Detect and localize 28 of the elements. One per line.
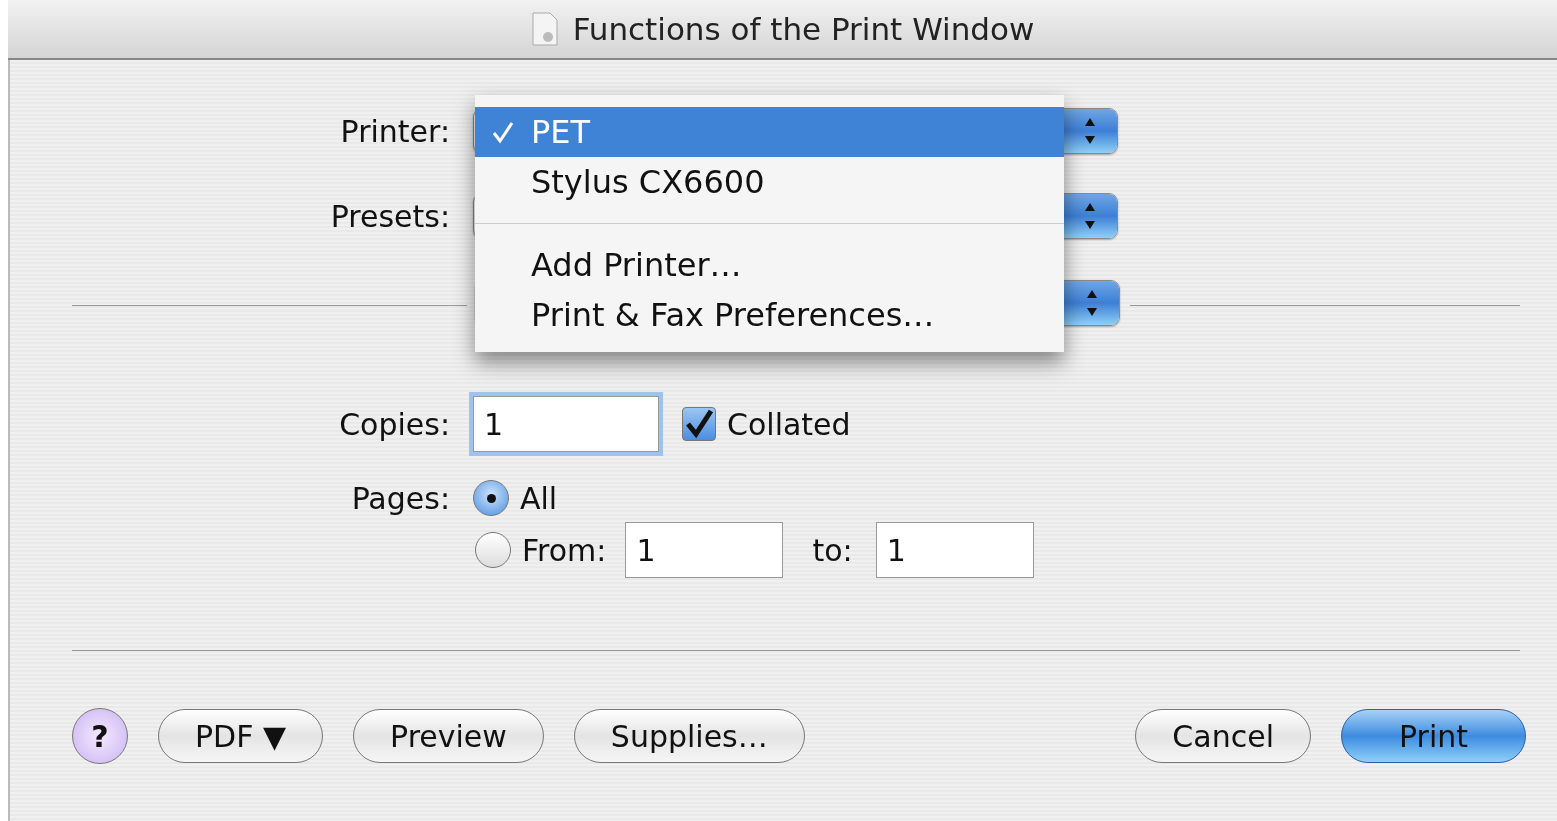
copies-field[interactable]: 1	[473, 396, 659, 452]
push-button[interactable]: Cancel	[1135, 709, 1311, 763]
radio-button[interactable]	[475, 532, 511, 568]
radio-button[interactable]	[473, 480, 509, 516]
window-title: Functions of the Print Window	[572, 11, 1035, 47]
field-label: Copies:	[338, 406, 450, 442]
field-label: Presets:	[329, 198, 450, 234]
field-label: Pages:	[350, 480, 450, 516]
push-button[interactable]: PDF ▼	[158, 709, 324, 763]
checkmark-icon	[491, 120, 515, 144]
from-field[interactable]: 1	[625, 522, 784, 578]
push-button[interactable]: Preview	[353, 709, 544, 763]
collated-checkbox[interactable]	[682, 407, 716, 441]
menu-item[interactable]: Stylus CX6600	[475, 157, 1064, 207]
radio-label: All	[520, 480, 558, 516]
menu-item[interactable]: PET	[475, 107, 1064, 157]
checkmark-icon	[684, 409, 714, 439]
field-label: Printer:	[339, 113, 450, 149]
push-button[interactable]: Supplies…	[573, 709, 805, 763]
checkbox-label: Collated	[727, 406, 851, 442]
menu-item[interactable]: Add Printer…	[475, 240, 1064, 290]
document-icon	[530, 12, 559, 46]
field-label: to:	[812, 532, 853, 568]
to-field[interactable]: 1	[875, 522, 1034, 578]
print-button[interactable]: Print	[1341, 709, 1526, 763]
menu-item[interactable]: Print & Fax Preferences…	[475, 290, 1064, 340]
help-button[interactable]: ?	[72, 708, 128, 764]
radio-label: From:	[522, 532, 607, 568]
